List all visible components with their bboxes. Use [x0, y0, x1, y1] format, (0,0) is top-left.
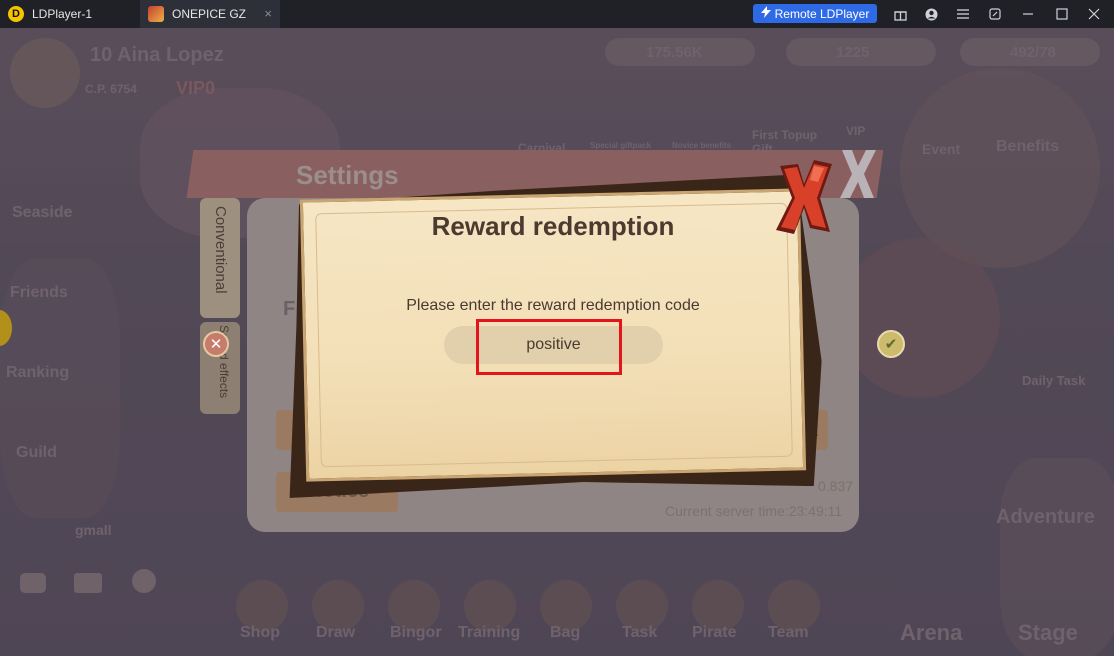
server-time-text: Current server time:23:49:11 — [665, 503, 843, 519]
settings-partial-label-left: F — [283, 298, 296, 320]
dialog-message: Please enter the reward redemption code — [406, 297, 700, 314]
tab-conventional-label: Conventional — [212, 206, 229, 294]
tab-close-icon[interactable]: × — [264, 6, 272, 21]
game-icon — [148, 6, 164, 22]
version-text: 0.837 — [818, 478, 854, 494]
menu-icon[interactable] — [952, 0, 974, 28]
emulator-titlebar: D LDPlayer-1 ONEPICE GZ × Remote LDPlaye… — [0, 0, 1114, 28]
gift-icon[interactable] — [889, 0, 911, 28]
restore-window-icon[interactable] — [984, 0, 1006, 28]
lightning-icon — [760, 6, 771, 21]
tab-label: ONEPICE GZ — [172, 7, 247, 21]
tab-ldplayer-1[interactable]: D LDPlayer-1 — [0, 0, 140, 28]
ldplayer-logo-icon: D — [8, 6, 24, 22]
settings-title: Settings — [296, 160, 399, 190]
close-dialog-icon[interactable] — [774, 158, 834, 238]
minimize-icon[interactable] — [1017, 0, 1039, 28]
highlight-box — [476, 319, 622, 375]
maximize-icon[interactable] — [1051, 0, 1073, 28]
remote-button-label: Remote LDPlayer — [774, 6, 870, 21]
confirm-check-icon[interactable]: ✔ — [877, 330, 905, 358]
close-icon[interactable] — [1083, 0, 1105, 28]
tab-label: LDPlayer-1 — [32, 7, 93, 21]
settings-close-icon[interactable] — [838, 148, 878, 200]
remote-ldplayer-button[interactable]: Remote LDPlayer — [753, 4, 877, 23]
cancel-icon[interactable]: ✕ — [203, 331, 229, 357]
account-icon[interactable] — [920, 0, 942, 28]
dialog-title: Reward redemption — [431, 211, 675, 241]
tab-onepice-gz[interactable]: ONEPICE GZ × — [140, 0, 280, 28]
